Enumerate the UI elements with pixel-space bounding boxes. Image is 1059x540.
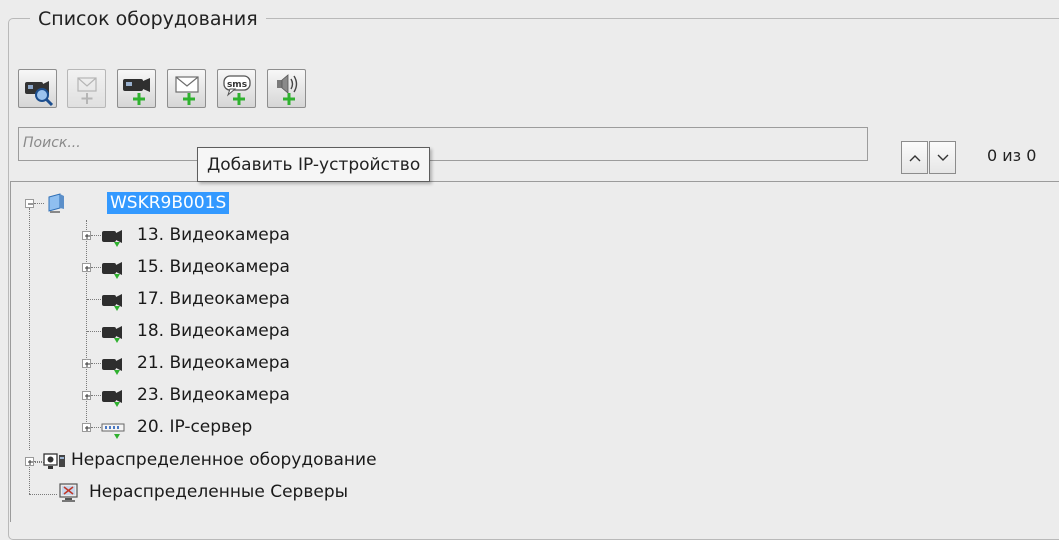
tree-node-label: Нераспределенные Серверы bbox=[89, 482, 349, 502]
camera-icon bbox=[102, 326, 122, 343]
tree-node-label: 13. Видеокамера bbox=[137, 225, 290, 245]
tree-node-camera[interactable]: 13. Видеокамера bbox=[11, 222, 411, 250]
expand-toggle[interactable] bbox=[82, 231, 91, 240]
expand-toggle[interactable] bbox=[25, 457, 34, 466]
search-result-counter: 0 из 0 bbox=[987, 146, 1037, 165]
tree-node-label: WSKR9B001S bbox=[107, 192, 230, 214]
camera-search-icon bbox=[25, 81, 54, 107]
envelope-add-icon bbox=[175, 76, 199, 105]
expand-toggle[interactable] bbox=[82, 423, 91, 432]
expand-toggle[interactable] bbox=[82, 391, 91, 400]
tree-node-camera[interactable]: 15. Видеокамера bbox=[11, 254, 411, 282]
tree-node-label: Нераспределенное оборудование bbox=[71, 450, 377, 470]
add-mail-button[interactable] bbox=[167, 69, 206, 108]
next-result-button[interactable] bbox=[929, 141, 956, 174]
tree-connector bbox=[34, 461, 42, 463]
ip-server-icon bbox=[101, 423, 125, 439]
camera-icon bbox=[102, 390, 122, 407]
tooltip: Добавить IP-устройство bbox=[197, 147, 431, 182]
server-monitor-icon bbox=[59, 483, 78, 502]
tree-connector bbox=[91, 267, 101, 269]
chevron-down-icon bbox=[937, 154, 949, 161]
chevron-up-icon bbox=[909, 155, 921, 162]
tree-node-label: 23. Видеокамера bbox=[137, 385, 290, 405]
svg-text:sms: sms bbox=[227, 80, 247, 90]
tree-node-camera[interactable]: 21. Видеокамера bbox=[11, 350, 411, 378]
tree-connector bbox=[34, 203, 44, 205]
tree-node-label: 17. Видеокамера bbox=[137, 289, 290, 309]
computer-icon bbox=[48, 193, 64, 213]
tree-connector bbox=[91, 363, 101, 365]
add-sound-button[interactable] bbox=[267, 69, 306, 108]
tree-node-label: 20. IP-сервер bbox=[137, 417, 253, 437]
tree-node-camera[interactable]: 23. Видеокамера bbox=[11, 382, 411, 410]
equipment-tree: WSKR9B001S 13. Видеокамера 15. Видеокаме… bbox=[10, 181, 1059, 522]
add-ip-device-button[interactable] bbox=[117, 69, 156, 108]
tree-node-label: 21. Видеокамера bbox=[137, 353, 290, 373]
tree-node-unassigned-servers[interactable]: Нераспределенные Серверы bbox=[11, 479, 511, 507]
speaker-add-icon bbox=[277, 74, 298, 105]
equipment-icon bbox=[43, 453, 65, 469]
expand-toggle[interactable] bbox=[82, 359, 91, 368]
search-camera-button[interactable] bbox=[18, 69, 57, 108]
search-input[interactable]: Поиск... bbox=[18, 127, 868, 161]
camera-icon bbox=[102, 358, 122, 375]
tree-node-label: 15. Видеокамера bbox=[137, 257, 290, 277]
collapse-toggle[interactable] bbox=[25, 199, 34, 208]
tree-node-camera[interactable]: 17. Видеокамера bbox=[11, 286, 411, 314]
tree-node-root[interactable]: WSKR9B001S bbox=[11, 190, 411, 218]
tree-node-ip-server[interactable]: 20. IP-сервер bbox=[11, 414, 411, 442]
tree-connector bbox=[91, 235, 101, 237]
tree-node-label: 18. Видеокамера bbox=[137, 321, 290, 341]
tree-connector bbox=[87, 331, 101, 333]
envelope-add-icon bbox=[77, 77, 97, 104]
camera-icon bbox=[102, 262, 122, 279]
add-mail-server-button[interactable] bbox=[67, 69, 106, 108]
tree-connector bbox=[87, 299, 101, 301]
sms-add-icon: sms bbox=[223, 75, 251, 105]
camera-icon bbox=[102, 294, 122, 311]
previous-result-button[interactable] bbox=[901, 141, 928, 174]
add-sms-button[interactable]: sms bbox=[217, 69, 256, 108]
tree-connector bbox=[91, 427, 101, 429]
group-title: Список оборудования bbox=[30, 8, 266, 30]
camera-icon bbox=[102, 230, 122, 247]
tree-connector bbox=[91, 395, 101, 397]
tree-node-camera[interactable]: 18. Видеокамера bbox=[11, 318, 411, 346]
camera-add-icon bbox=[123, 78, 150, 105]
expand-toggle[interactable] bbox=[82, 263, 91, 272]
tree-node-unassigned-equipment[interactable]: Нераспределенное оборудование bbox=[11, 447, 511, 475]
